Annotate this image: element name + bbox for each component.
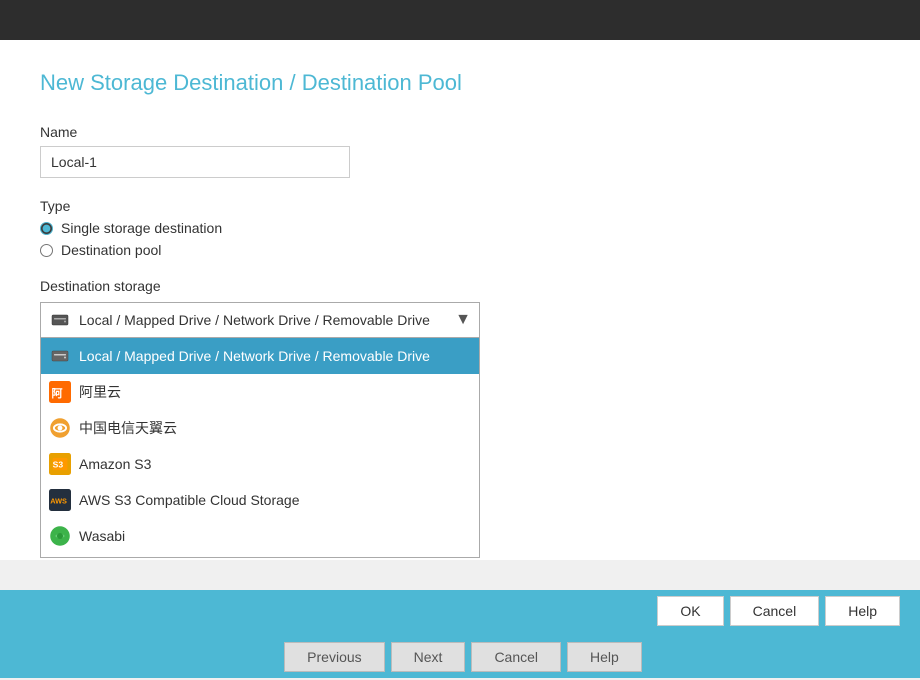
- wasabi-label: Wasabi: [79, 528, 125, 544]
- bottom-bar-bottom-buttons: Previous Next Cancel Help: [0, 634, 920, 680]
- local-icon: [49, 345, 71, 367]
- radio-single-input[interactable]: [40, 222, 53, 235]
- destination-storage-group: Destination storage Local / Mapped Drive…: [40, 278, 880, 338]
- dropdown-item-aliyun[interactable]: 阿 阿里云: [41, 374, 479, 410]
- radio-single-label: Single storage destination: [61, 220, 222, 236]
- dropdown-selected-display[interactable]: Local / Mapped Drive / Network Drive / R…: [40, 302, 480, 338]
- page-title: New Storage Destination / Destination Po…: [40, 70, 880, 96]
- dropdown-chevron-icon: ▼: [455, 311, 471, 329]
- dropdown-list[interactable]: Local / Mapped Drive / Network Drive / R…: [40, 338, 480, 558]
- amazon-s3-label: Amazon S3: [79, 456, 151, 472]
- dropdown-item-amazon-s3[interactable]: S3 Amazon S3: [41, 446, 479, 482]
- local-label: Local / Mapped Drive / Network Drive / R…: [79, 348, 430, 364]
- radio-pool-input[interactable]: [40, 244, 53, 257]
- aws-label: AWS S3 Compatible Cloud Storage: [79, 492, 299, 508]
- name-group: Name: [40, 124, 880, 178]
- type-group: Type Single storage destination Destinat…: [40, 198, 880, 258]
- top-bar: [0, 0, 920, 40]
- aws-icon: AWS: [49, 489, 71, 511]
- type-label: Type: [40, 198, 880, 214]
- dropdown-item-local[interactable]: Local / Mapped Drive / Network Drive / R…: [41, 338, 479, 374]
- cancel-button-bottom[interactable]: Cancel: [471, 642, 561, 672]
- radio-pool-label: Destination pool: [61, 242, 161, 258]
- help-button-top[interactable]: Help: [825, 596, 900, 626]
- radio-group: Single storage destination Destination p…: [40, 220, 880, 258]
- selected-icon: [49, 309, 71, 331]
- svg-text:S3: S3: [53, 460, 64, 470]
- dropdown-item-backblaze[interactable]: Backblaze: [41, 554, 479, 558]
- radio-pool[interactable]: Destination pool: [40, 242, 880, 258]
- next-button[interactable]: Next: [391, 642, 466, 672]
- help-button-bottom[interactable]: Help: [567, 642, 642, 672]
- ok-button[interactable]: OK: [657, 596, 723, 626]
- wasabi-icon: [49, 525, 71, 547]
- cancel-button-top[interactable]: Cancel: [730, 596, 820, 626]
- aliyun-label: 阿里云: [79, 382, 121, 402]
- dropdown-item-wasabi[interactable]: Wasabi: [41, 518, 479, 554]
- name-input[interactable]: [40, 146, 350, 178]
- dropdown-item-aws[interactable]: AWS AWS S3 Compatible Cloud Storage: [41, 482, 479, 518]
- dropdown-item-tianyi[interactable]: 中国电信天翼云: [41, 410, 479, 446]
- radio-single[interactable]: Single storage destination: [40, 220, 880, 236]
- previous-button[interactable]: Previous: [284, 642, 384, 672]
- destination-storage-dropdown[interactable]: Local / Mapped Drive / Network Drive / R…: [40, 302, 480, 338]
- svg-text:AWS: AWS: [50, 497, 67, 506]
- tianyi-icon: [49, 417, 71, 439]
- svg-text:阿: 阿: [51, 386, 62, 400]
- aliyun-icon: 阿: [49, 381, 71, 403]
- main-content: New Storage Destination / Destination Po…: [0, 40, 920, 560]
- amazon-s3-icon: S3: [49, 453, 71, 475]
- name-label: Name: [40, 124, 880, 140]
- dropdown-selected-text: Local / Mapped Drive / Network Drive / R…: [79, 312, 430, 328]
- destination-storage-label: Destination storage: [40, 278, 880, 294]
- tianyi-label: 中国电信天翼云: [79, 418, 177, 438]
- bottom-bar: OK Cancel Help Previous Next Cancel Help: [0, 590, 920, 678]
- bottom-bar-top-buttons: OK Cancel Help: [0, 588, 920, 634]
